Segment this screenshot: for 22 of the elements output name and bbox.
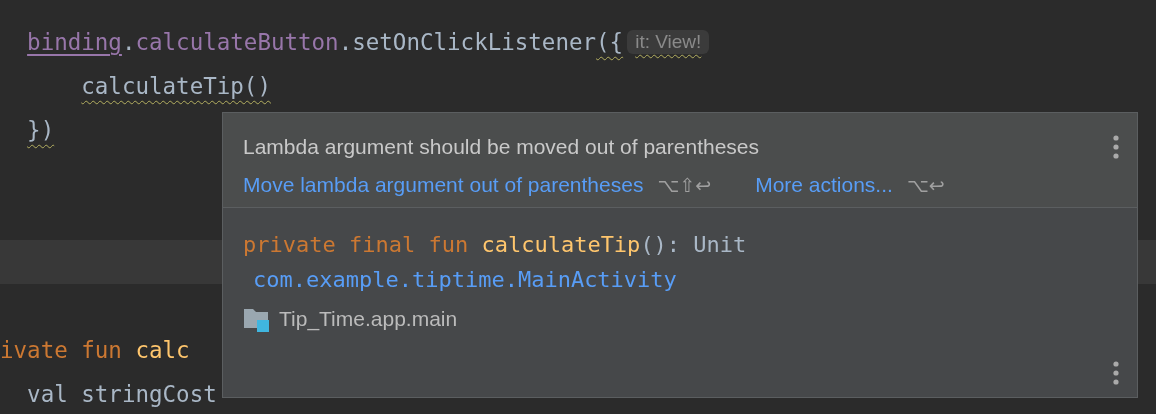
quick-fix-link[interactable]: More actions... bbox=[755, 173, 893, 197]
function-signature: private final fun calculateTip(): Unit bbox=[243, 232, 748, 257]
shortcut-hint: ⌥↩ bbox=[906, 174, 945, 196]
quick-fix-link[interactable]: Move lambda argument out of parentheses bbox=[243, 173, 644, 197]
code-token: calculateButton bbox=[135, 29, 339, 55]
code-token: ivate fun bbox=[0, 337, 123, 363]
code-token: ({ bbox=[596, 29, 624, 55]
code-token: val stringCost bbox=[27, 381, 217, 407]
folder-icon bbox=[243, 306, 271, 332]
code-token: calculateTip() bbox=[81, 73, 271, 99]
code-token: . bbox=[121, 29, 136, 55]
code-token: calc bbox=[135, 337, 190, 363]
inlay-hint: it: View! bbox=[627, 30, 710, 54]
class-link[interactable]: com.example.tiptime.MainActivity bbox=[243, 267, 1117, 292]
code-token: }) bbox=[27, 117, 55, 143]
code-token: binding bbox=[27, 29, 122, 55]
shortcut-hint: ⌥⇧↩ bbox=[657, 174, 712, 196]
more-options-icon[interactable] bbox=[1113, 135, 1119, 159]
problem-message: Lambda argument should be moved out of parentheses bbox=[243, 135, 759, 159]
more-options-icon[interactable] bbox=[1113, 361, 1119, 385]
module-name: Tip_Time.app.main bbox=[279, 307, 458, 331]
code-token: .setOnClickListener bbox=[338, 29, 597, 55]
